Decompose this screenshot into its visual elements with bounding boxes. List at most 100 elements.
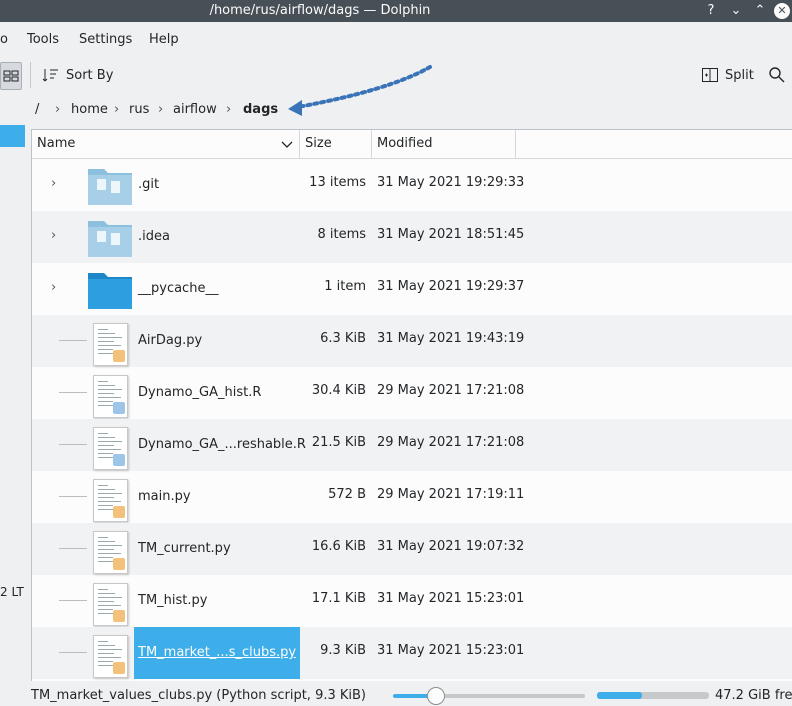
file-row[interactable]: › .git 13 items 31 May 2021 19:29:33 — [32, 159, 792, 211]
menu-bar: o Tools Settings Help — [0, 28, 792, 52]
file-size: 13 items — [309, 175, 366, 190]
python-file-icon — [93, 479, 128, 522]
details-view-icon — [3, 70, 19, 82]
column-name-label: Name — [37, 136, 76, 151]
search-button[interactable] — [768, 62, 786, 88]
help-icon[interactable]: ? — [702, 2, 720, 20]
file-icon-cell — [87, 423, 133, 470]
python-file-icon — [93, 583, 128, 626]
breadcrumb-rus[interactable]: rus — [129, 102, 149, 117]
file-name[interactable]: __pycache__ — [134, 279, 222, 299]
python-file-icon — [93, 635, 128, 678]
breadcrumb-airflow[interactable]: airflow — [173, 102, 217, 117]
title-bar: /home/rus/airflow/dags — Dolphin ? ⌄ ⌃ ✕ — [0, 0, 792, 22]
menu-help[interactable]: Help — [149, 32, 179, 47]
sort-by-label: Sort By — [66, 67, 114, 83]
file-modified: 31 May 2021 19:29:33 — [377, 175, 525, 190]
file-icon-cell — [87, 319, 133, 366]
split-view-icon — [702, 68, 718, 82]
view-mode-button[interactable] — [0, 62, 22, 90]
python-file-icon — [93, 323, 128, 366]
file-name[interactable]: Dynamo_GA_...reshable.R — [134, 435, 310, 455]
chevron-right-icon: › — [226, 102, 232, 117]
split-label: Split — [725, 67, 754, 83]
file-row[interactable]: main.py 572 B 29 May 2021 17:19:11 — [32, 471, 792, 523]
close-icon[interactable]: ✕ — [774, 3, 790, 19]
chevron-right-icon: › — [114, 102, 120, 117]
folder-icon — [88, 221, 132, 257]
file-modified: 31 May 2021 18:51:45 — [377, 227, 525, 242]
column-modified[interactable]: Modified — [372, 130, 516, 158]
file-name[interactable]: main.py — [134, 487, 195, 507]
menu-go[interactable]: o — [0, 32, 8, 47]
search-icon — [769, 67, 785, 83]
folder-icon — [88, 273, 132, 309]
menu-settings[interactable]: Settings — [79, 32, 132, 47]
file-name[interactable]: TM_market_...s_clubs.py — [134, 627, 301, 679]
file-name[interactable]: TM_current.py — [134, 539, 235, 559]
expand-chevron-icon[interactable]: › — [51, 228, 63, 243]
file-name[interactable]: TM_hist.py — [134, 591, 211, 611]
column-size[interactable]: Size — [300, 130, 372, 158]
breadcrumb-root[interactable]: / — [35, 102, 39, 117]
expand-chevron-icon[interactable]: › — [51, 176, 63, 191]
file-size: 572 B — [328, 487, 366, 502]
tree-line — [59, 600, 87, 601]
file-modified: 29 May 2021 17:19:11 — [377, 487, 525, 502]
file-row[interactable]: Dynamo_GA_hist.R 30.4 KiB 29 May 2021 17:2… — [32, 367, 792, 419]
disk-usage-bar — [597, 692, 709, 699]
file-modified: 29 May 2021 17:21:08 — [377, 383, 525, 398]
file-size: 9.3 KiB — [320, 643, 366, 658]
file-size: 6.3 KiB — [320, 331, 366, 346]
file-size: 30.4 KiB — [311, 383, 366, 398]
tree-line — [59, 652, 87, 653]
chevron-down-icon — [281, 141, 293, 148]
tree-line — [59, 496, 87, 497]
window-title: /home/rus/airflow/dags — Dolphin — [209, 3, 431, 18]
file-name[interactable]: AirDag.py — [134, 331, 206, 351]
maximize-icon[interactable]: ⌃ — [751, 2, 769, 20]
chevron-right-icon: › — [55, 102, 61, 117]
file-row[interactable]: AirDag.py 6.3 KiB 31 May 2021 19:43:19 — [32, 315, 792, 367]
file-size: 1 item — [324, 279, 366, 294]
r-file-icon — [93, 427, 128, 470]
column-name[interactable]: Name — [32, 130, 300, 158]
python-file-icon — [93, 531, 128, 574]
file-icon-cell — [87, 579, 133, 626]
file-row[interactable]: TM_market_...s_clubs.py 9.3 KiB 31 May 202… — [32, 627, 792, 679]
file-name[interactable]: Dynamo_GA_hist.R — [134, 383, 265, 403]
breadcrumb-home[interactable]: home — [71, 102, 108, 117]
r-file-icon — [93, 375, 128, 418]
annotation-arrow — [288, 65, 432, 116]
status-text: TM_market_values_clubs.py (Python script… — [31, 688, 366, 703]
file-row[interactable]: › .idea 8 items 31 May 2021 18:51:45 — [32, 211, 792, 263]
file-modified: 31 May 2021 15:23:01 — [377, 591, 525, 606]
file-icon-cell — [87, 215, 133, 259]
sidebar-device-label[interactable]: 2 LT — [0, 585, 24, 599]
file-modified: 31 May 2021 19:07:32 — [377, 539, 525, 554]
split-button[interactable]: Split — [701, 62, 754, 88]
zoom-slider[interactable] — [393, 687, 585, 705]
file-row[interactable]: Dynamo_GA_...reshable.R 21.5 KiB 29 May 20… — [32, 419, 792, 471]
file-icon-cell — [87, 371, 133, 418]
menu-tools[interactable]: Tools — [27, 32, 59, 47]
sort-by-button[interactable]: Sort By — [42, 62, 113, 88]
file-name[interactable]: .idea — [134, 227, 174, 247]
file-row[interactable]: TM_hist.py 17.1 KiB 31 May 2021 15:23:01 — [32, 575, 792, 627]
file-row[interactable]: TM_current.py 16.6 KiB 31 May 2021 19:07:3… — [32, 523, 792, 575]
file-size: 21.5 KiB — [311, 435, 366, 450]
file-name[interactable]: .git — [134, 175, 163, 195]
minimize-icon[interactable]: ⌄ — [727, 2, 745, 20]
breadcrumb-dags[interactable]: dags — [243, 102, 278, 117]
tree-line — [59, 392, 87, 393]
free-space-label: 47.2 GiB free — [715, 688, 792, 703]
tree-line — [59, 340, 87, 341]
file-view[interactable]: Name Size Modified › .git 13 items 31 May 2… — [31, 129, 792, 681]
file-row[interactable]: › __pycache__ 1 item 31 May 2021 19:29:37 — [32, 263, 792, 315]
sidebar-selected-place[interactable] — [0, 125, 25, 147]
tree-line — [59, 548, 87, 549]
file-modified: 31 May 2021 19:29:37 — [377, 279, 525, 294]
expand-chevron-icon[interactable]: › — [51, 280, 63, 295]
file-icon-cell — [87, 475, 133, 522]
file-modified: 29 May 2021 17:21:08 — [377, 435, 525, 450]
